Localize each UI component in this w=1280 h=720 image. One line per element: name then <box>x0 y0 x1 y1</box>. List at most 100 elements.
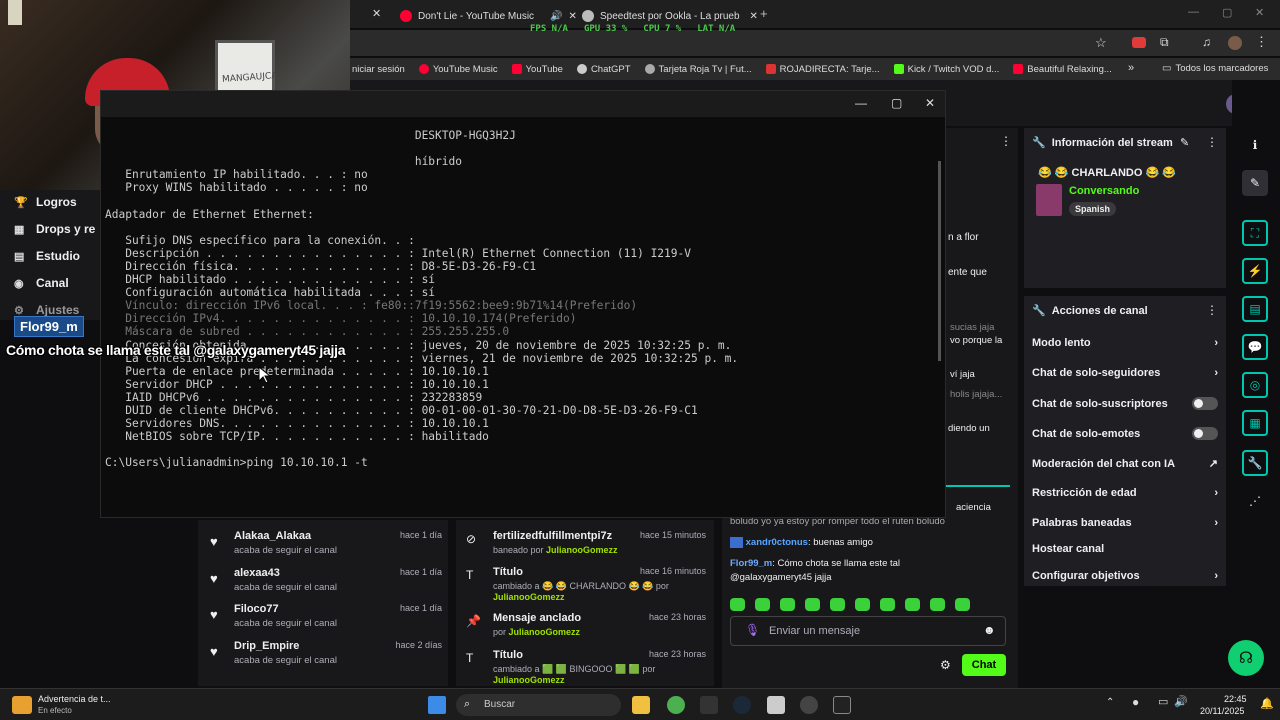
emotes-only-toggle[interactable] <box>1192 427 1218 440</box>
emote-icon[interactable] <box>730 598 745 611</box>
app-icon[interactable] <box>767 696 785 714</box>
list-item[interactable]: ♥ Alakaa_Alakaa acaba de seguir el canal ha… <box>210 530 442 566</box>
bookmark-star-icon[interactable]: ☆ <box>1095 35 1107 51</box>
share-icon[interactable]: ⋰ <box>1242 488 1268 514</box>
action-host-channel[interactable]: Hostear canal <box>1032 543 1218 555</box>
bookmark-relaxing[interactable]: Beautiful Relaxing... <box>1013 64 1112 75</box>
category-thumbnail[interactable] <box>1036 184 1062 216</box>
action-configure-goals[interactable]: Configurar objetivos › <box>1032 570 1218 582</box>
follower-name[interactable]: Drip_Empire <box>234 640 299 652</box>
tray-chevron-icon[interactable]: ⌃ <box>1106 697 1114 708</box>
chat-settings-icon[interactable]: ⚙ <box>940 658 951 672</box>
minimize-icon[interactable]: — <box>855 96 867 110</box>
minimize-window-icon[interactable]: — <box>1188 6 1199 18</box>
emote-icon[interactable] <box>930 598 945 611</box>
panel-options-icon[interactable]: ⋮ <box>1206 303 1218 317</box>
action-banned-words[interactable]: Palabras baneadas › <box>1032 517 1218 529</box>
follower-name[interactable]: Alakaa_Alakaa <box>234 530 311 542</box>
chat-options-icon[interactable]: ⋮ <box>1000 134 1012 148</box>
list-item[interactable]: ♥ alexaa43 acaba de seguir el canal hace 1 … <box>210 567 442 603</box>
action-emotes-only[interactable]: Chat de solo-emotes <box>1032 427 1218 440</box>
emote-icon[interactable] <box>905 598 920 611</box>
clock-date[interactable]: 20/11/2025 <box>1200 706 1244 716</box>
clock-time[interactable]: 22:45 <box>1224 694 1247 704</box>
extensions-icon[interactable]: ⧉ <box>1160 35 1169 50</box>
sidebar-item-drops[interactable]: ▦ Drops y re <box>14 222 95 236</box>
edit-stream-icon[interactable]: ✎ <box>1242 170 1268 196</box>
mod-user[interactable]: JulianooGomezz <box>493 675 565 685</box>
action-age-restriction[interactable]: Restricción de edad › <box>1032 487 1218 499</box>
maximize-icon[interactable]: ▢ <box>891 96 902 110</box>
close-icon[interactable]: ✕ <box>925 96 935 110</box>
bookmark-rojadirecta[interactable]: ROJADIRECTA: Tarje... <box>765 64 880 75</box>
epic-games-icon[interactable] <box>700 696 718 714</box>
volume-icon[interactable]: 🔊 <box>1174 695 1188 708</box>
edit-icon[interactable]: ✎ <box>1180 136 1189 149</box>
notifications-icon[interactable]: 🔔 <box>1260 697 1274 710</box>
chat-username[interactable]: xandr0ctonus <box>746 537 808 548</box>
emote-icon[interactable] <box>955 598 970 611</box>
emote-icon[interactable] <box>805 598 820 611</box>
emote-icon[interactable] <box>855 598 870 611</box>
action-subscribers-only[interactable]: Chat de solo-suscriptores <box>1032 397 1218 410</box>
emote-icon[interactable] <box>880 598 895 611</box>
windows-start-icon[interactable] <box>428 696 446 714</box>
bookmark-login[interactable]: niciar sesión <box>352 64 405 75</box>
info-icon[interactable]: ℹ <box>1242 132 1268 158</box>
mod-user[interactable]: JulianooGomezz <box>546 545 618 555</box>
sidebar-item-ajustes[interactable]: ⚙ Ajustes <box>14 303 79 317</box>
steam-icon[interactable] <box>733 696 751 714</box>
emote-icon[interactable] <box>780 598 795 611</box>
chat-input[interactable]: 🎙 Enviar un mensaje ☻ <box>730 616 1006 646</box>
action-slow-mode[interactable]: Modo lento › <box>1032 337 1218 349</box>
stream-category[interactable]: Conversando <box>1069 185 1139 197</box>
list-item[interactable]: ♥ Drip_Empire acaba de seguir el canal hace… <box>210 640 442 676</box>
location-icon[interactable]: ● <box>1132 695 1139 709</box>
file-explorer-icon[interactable] <box>632 696 650 714</box>
network-icon[interactable]: ▭ <box>1158 695 1168 708</box>
taskbar-search[interactable]: ⌕ Buscar <box>456 694 621 716</box>
maximize-window-icon[interactable]: ▢ <box>1222 6 1232 19</box>
bookmark-youtube[interactable]: YouTube <box>511 64 563 75</box>
lightning-icon[interactable]: ⚡ <box>1242 258 1268 284</box>
obs-icon[interactable] <box>800 696 818 714</box>
emote-icon[interactable] <box>830 598 845 611</box>
speaker-icon[interactable]: 🔊 <box>550 11 562 22</box>
close-window-icon[interactable]: ✕ <box>1255 6 1264 19</box>
sidebar-item-estudio[interactable]: ▤ Estudio <box>14 249 80 263</box>
list-item[interactable]: ♥ Filoco77 acaba de seguir el canal hace 1 … <box>210 603 442 639</box>
subscribers-only-toggle[interactable] <box>1192 397 1218 410</box>
profile-avatar[interactable] <box>1228 36 1242 50</box>
tools-icon[interactable]: 🔧 <box>1242 450 1268 476</box>
chat-send-button[interactable]: Chat <box>962 654 1006 676</box>
warning-icon[interactable] <box>12 696 32 714</box>
chrome-icon[interactable] <box>667 696 685 714</box>
close-tab-icon[interactable]: ✕ <box>750 11 758 22</box>
mod-user[interactable]: JulianooGomezz <box>493 592 565 602</box>
mod-user[interactable]: JulianooGomezz <box>509 627 581 637</box>
stream-tag[interactable]: Spanish <box>1069 202 1117 216</box>
bookmark-youtube-music[interactable]: YouTube Music <box>418 64 498 75</box>
broadcast-icon[interactable]: ◎ <box>1242 372 1268 398</box>
all-bookmarks[interactable]: ▭ Todos los marcadores <box>1162 63 1268 74</box>
browser-menu-icon[interactable]: ⋮ <box>1255 34 1268 50</box>
terminal-scrollbar[interactable] <box>938 161 941 361</box>
adblock-icon[interactable] <box>1132 37 1146 48</box>
support-headset-icon[interactable]: ☊ <box>1228 640 1264 676</box>
notes-icon[interactable]: ▤ <box>1242 296 1268 322</box>
bookmark-tarjeta-roja[interactable]: Tarjeta Roja Tv | Fut... <box>644 64 752 75</box>
close-tab-icon[interactable]: ✕ <box>372 7 381 20</box>
action-followers-only[interactable]: Chat de solo-seguidores › <box>1032 367 1218 379</box>
follower-name[interactable]: Filoco77 <box>234 603 279 615</box>
layout-icon[interactable]: ▦ <box>1242 410 1268 436</box>
address-bar[interactable]: ☆ ⧉ ♫ ⋮ <box>350 30 1280 56</box>
chat-bubble-icon[interactable]: 💬 <box>1242 334 1268 360</box>
microphone-icon[interactable]: 🎙 <box>745 623 760 637</box>
bookmark-chatgpt[interactable]: ChatGPT <box>576 64 631 75</box>
media-icon[interactable]: ♫ <box>1202 35 1211 49</box>
taskbar-alert-title[interactable]: Advertencia de t... <box>38 694 111 704</box>
sidebar-item-canal[interactable]: ◉ Canal <box>14 276 69 290</box>
follower-name[interactable]: alexaa43 <box>234 567 280 579</box>
chat-username[interactable]: Flor99_m <box>730 558 772 569</box>
action-ai-moderation[interactable]: Moderación del chat con IA ↗ <box>1032 457 1218 471</box>
